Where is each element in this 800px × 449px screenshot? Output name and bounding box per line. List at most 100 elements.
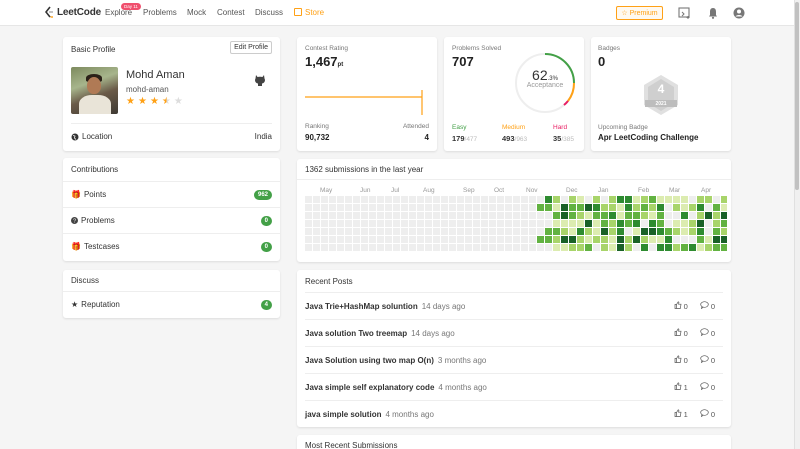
heatmap-cell[interactable] [553, 228, 560, 235]
heatmap-cell[interactable] [393, 220, 400, 227]
heatmap-cell[interactable] [721, 212, 727, 219]
heatmap-cell[interactable] [465, 212, 472, 219]
heatmap-cell[interactable] [649, 244, 656, 251]
heatmap-cell[interactable] [585, 212, 592, 219]
heatmap-cell[interactable] [361, 212, 368, 219]
heatmap-cell[interactable] [329, 212, 336, 219]
heatmap-cell[interactable] [385, 204, 392, 211]
heatmap-cell[interactable] [705, 228, 712, 235]
heatmap-cell[interactable] [673, 244, 680, 251]
heatmap-cell[interactable] [561, 220, 568, 227]
heatmap-cell[interactable] [649, 220, 656, 227]
heatmap-cell[interactable] [305, 236, 312, 243]
heatmap-cell[interactable] [465, 220, 472, 227]
heatmap-cell[interactable] [681, 204, 688, 211]
post-row[interactable]: Java Trie+HashMap soluntion 14 days ago 0 0 [305, 292, 723, 319]
heatmap-cell[interactable] [609, 228, 616, 235]
heatmap-cell[interactable] [721, 196, 727, 203]
heatmap-cell[interactable] [689, 244, 696, 251]
heatmap-cell[interactable] [697, 228, 704, 235]
heatmap-cell[interactable] [593, 244, 600, 251]
heatmap-cell[interactable] [537, 220, 544, 227]
heatmap-cell[interactable] [505, 244, 512, 251]
heatmap-cell[interactable] [433, 244, 440, 251]
heatmap-cell[interactable] [473, 220, 480, 227]
heatmap-cell[interactable] [377, 244, 384, 251]
heatmap-cell[interactable] [553, 220, 560, 227]
heatmap-cell[interactable] [537, 212, 544, 219]
heatmap-cell[interactable] [713, 196, 720, 203]
heatmap-cell[interactable] [665, 236, 672, 243]
heatmap-cell[interactable] [721, 220, 727, 227]
heatmap-cell[interactable] [377, 212, 384, 219]
heatmap-cell[interactable] [593, 228, 600, 235]
heatmap-cell[interactable] [305, 228, 312, 235]
heatmap-cell[interactable] [305, 196, 312, 203]
heatmap-cell[interactable] [505, 220, 512, 227]
heatmap-cell[interactable] [561, 244, 568, 251]
heatmap-cell[interactable] [417, 228, 424, 235]
heatmap-cell[interactable] [697, 244, 704, 251]
heatmap-cell[interactable] [345, 196, 352, 203]
heatmap-cell[interactable] [321, 220, 328, 227]
heatmap-cell[interactable] [705, 244, 712, 251]
heatmap-cell[interactable] [713, 244, 720, 251]
heatmap-cell[interactable] [593, 196, 600, 203]
heatmap-cell[interactable] [561, 204, 568, 211]
heatmap-cell[interactable] [433, 236, 440, 243]
heatmap-cell[interactable] [449, 228, 456, 235]
heatmap-cell[interactable] [337, 236, 344, 243]
heatmap-cell[interactable] [465, 196, 472, 203]
heatmap-cell[interactable] [529, 220, 536, 227]
heatmap-cell[interactable] [609, 204, 616, 211]
post-title[interactable]: Java Solution using two map O(n) [305, 356, 434, 365]
heatmap-cell[interactable] [417, 244, 424, 251]
heatmap-cell[interactable] [353, 244, 360, 251]
heatmap-cell[interactable] [457, 220, 464, 227]
heatmap-cell[interactable] [553, 196, 560, 203]
heatmap-cell[interactable] [689, 204, 696, 211]
heatmap-cell[interactable] [633, 212, 640, 219]
heatmap-cell[interactable] [569, 244, 576, 251]
heatmap-cell[interactable] [657, 244, 664, 251]
thumbs-up-icon[interactable] [674, 301, 682, 311]
heatmap-cell[interactable] [321, 244, 328, 251]
heatmap-cell[interactable] [513, 196, 520, 203]
heatmap-cell[interactable] [481, 204, 488, 211]
heatmap-cell[interactable] [553, 204, 560, 211]
heatmap-cell[interactable] [545, 196, 552, 203]
heatmap-cell[interactable] [601, 236, 608, 243]
heatmap-cell[interactable] [713, 228, 720, 235]
heatmap-cell[interactable] [497, 244, 504, 251]
heatmap-cell[interactable] [641, 236, 648, 243]
comment-icon[interactable] [700, 382, 709, 392]
heatmap-cell[interactable] [401, 228, 408, 235]
heatmap-cell[interactable] [713, 212, 720, 219]
heatmap-cell[interactable] [393, 212, 400, 219]
heatmap-cell[interactable] [673, 236, 680, 243]
heatmap-cell[interactable] [537, 236, 544, 243]
heatmap-cell[interactable] [481, 196, 488, 203]
heatmap-cell[interactable] [313, 212, 320, 219]
heatmap-cell[interactable] [329, 236, 336, 243]
heatmap-cell[interactable] [697, 220, 704, 227]
heatmap-cell[interactable] [617, 212, 624, 219]
heatmap-cell[interactable] [321, 236, 328, 243]
heatmap-cell[interactable] [353, 236, 360, 243]
heatmap-cell[interactable] [369, 204, 376, 211]
heatmap-cell[interactable] [409, 212, 416, 219]
heatmap-cell[interactable] [489, 236, 496, 243]
heatmap-cell[interactable] [697, 236, 704, 243]
heatmap-cell[interactable] [593, 212, 600, 219]
heatmap-cell[interactable] [713, 236, 720, 243]
heatmap-cell[interactable] [417, 204, 424, 211]
heatmap-cell[interactable] [433, 204, 440, 211]
heatmap-cell[interactable] [513, 228, 520, 235]
heatmap-cell[interactable] [569, 212, 576, 219]
heatmap-cell[interactable] [545, 204, 552, 211]
heatmap-cell[interactable] [441, 244, 448, 251]
nav-store[interactable]: Store [305, 8, 324, 17]
heatmap-cell[interactable] [577, 236, 584, 243]
heatmap-cell[interactable] [425, 212, 432, 219]
heatmap-cell[interactable] [409, 204, 416, 211]
